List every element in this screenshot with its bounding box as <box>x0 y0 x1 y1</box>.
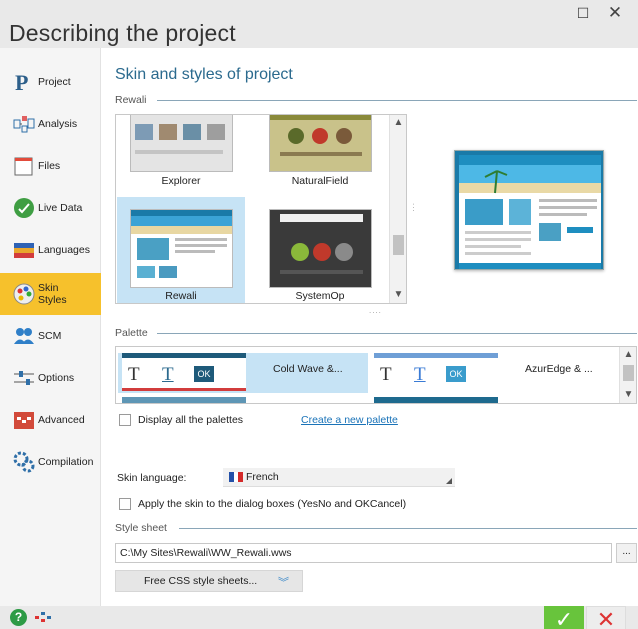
section-divider <box>179 528 637 529</box>
create-palette-link[interactable]: Create a new palette <box>301 414 398 426</box>
sidebar-item-label: Skin Styles <box>38 282 67 306</box>
skin-name: NaturalField <box>291 175 349 187</box>
sidebar-item-skin-styles[interactable]: Skin Styles <box>0 273 111 315</box>
tools-icon[interactable] <box>35 610 51 624</box>
dialog-title: Describing the project <box>9 20 236 46</box>
skin-thumbnail-naturalfield <box>269 115 372 172</box>
apply-skin-label: Apply the skin to the dialog boxes (YesN… <box>138 498 407 510</box>
palette-section-label: Palette <box>115 327 148 339</box>
style-sheet-path-input[interactable] <box>115 543 612 563</box>
cancel-button[interactable]: ✕ <box>586 606 626 629</box>
display-all-palettes-label: Display all the palettes <box>138 414 244 426</box>
sidebar-item-options[interactable]: Options <box>0 357 101 399</box>
files-icon <box>13 155 35 177</box>
palette-name: Cold Wave &... <box>273 363 343 375</box>
palette-item-azuredge[interactable]: T T OK AzurEdge & ... <box>370 353 620 393</box>
sidebar-item-files[interactable]: Files <box>0 145 101 187</box>
section-divider <box>157 333 637 334</box>
skin-gallery-scrollbar[interactable]: ▲ ▼ <box>389 115 406 303</box>
ok-button[interactable]: ✓ <box>544 606 584 629</box>
sidebar-item-label: Live Data <box>38 202 83 214</box>
sidebar-item-label: Options <box>38 372 75 384</box>
sidebar-item-label: Advanced <box>38 414 85 426</box>
sidebar-item-analysis[interactable]: Analysis <box>0 103 101 145</box>
resize-grip-icon[interactable]: .... <box>369 306 382 315</box>
skin-thumbnail-explorer <box>130 115 233 172</box>
browse-button[interactable]: ... <box>616 543 637 563</box>
palette-swatch: T T OK <box>122 353 246 391</box>
bottom-bar: ? ✓ ✕ <box>0 606 638 629</box>
france-flag-icon <box>229 472 244 482</box>
palette-scrollbar[interactable]: ▲ ▼ <box>619 347 636 403</box>
skin-section-label: Rewali <box>115 94 147 106</box>
skin-name: SystemOp <box>295 290 345 302</box>
page-title: Skin and styles of project <box>115 66 293 83</box>
sidebar-item-label: Languages <box>38 244 90 256</box>
display-all-palettes-checkbox[interactable] <box>119 414 131 426</box>
sidebar-item-label: Analysis <box>38 118 78 130</box>
skin-language-label: Skin language: <box>117 472 187 484</box>
dropdown-arrow-icon <box>446 478 452 484</box>
skin-gallery[interactable]: Explorer NaturalField Rewali SystemOp ▲ <box>115 114 407 304</box>
close-window-button[interactable]: ✕ <box>600 2 630 24</box>
live-data-icon <box>13 197 35 219</box>
languages-icon <box>13 239 35 261</box>
apply-skin-checkbox[interactable] <box>119 498 131 510</box>
palette-name: AzurEdge & ... <box>525 363 593 375</box>
section-divider <box>157 100 637 101</box>
skin-styles-icon <box>13 283 35 305</box>
skin-language-value: French <box>246 471 279 483</box>
skin-name: Explorer <box>161 175 201 187</box>
sidebar-item-label: Files <box>38 160 61 172</box>
palette-swatch-partial <box>122 397 246 403</box>
sidebar-item-compilation[interactable]: Compilation <box>0 441 101 483</box>
scroll-down-icon[interactable]: ▼ <box>620 387 636 403</box>
options-icon <box>13 367 35 389</box>
style-sheet-section-label: Style sheet <box>115 522 167 534</box>
compilation-icon <box>13 451 35 473</box>
skin-name: Rewali <box>165 290 197 302</box>
sidebar-item-scm[interactable]: SCM <box>0 315 101 357</box>
free-css-label: Free CSS style sheets... <box>144 575 258 587</box>
svg-text:P: P <box>15 71 28 93</box>
sidebar-item-label: SCM <box>38 330 62 342</box>
palette-swatch-partial <box>374 397 498 403</box>
skin-language-select[interactable]: French <box>223 468 455 487</box>
sidebar-item-live-data[interactable]: Live Data <box>0 187 101 229</box>
skin-tile-systemop[interactable]: SystemOp <box>256 197 384 303</box>
skin-thumbnail-systemop <box>269 209 372 288</box>
skin-tile-explorer[interactable]: Explorer <box>117 115 245 195</box>
skin-thumbnail-rewali <box>130 209 233 288</box>
sidebar-item-advanced[interactable]: Advanced <box>0 399 101 441</box>
skin-tile-naturalfield[interactable]: NaturalField <box>256 115 384 195</box>
scroll-up-icon[interactable]: ▲ <box>390 115 406 131</box>
scrollbar-thumb[interactable] <box>623 365 634 381</box>
main-panel: Skin and styles of project Rewali Explor… <box>101 48 638 606</box>
advanced-icon <box>13 409 35 431</box>
sidebar-item-label: Compilation <box>38 456 94 468</box>
help-icon[interactable]: ? <box>10 609 27 626</box>
splitter-grip-icon[interactable]: ... <box>411 203 420 213</box>
title-bar: ☐ ✕ Describing the project <box>0 0 638 48</box>
maximize-button[interactable]: ☐ <box>568 2 598 24</box>
project-icon: P <box>13 70 35 95</box>
scroll-up-icon[interactable]: ▲ <box>620 347 636 363</box>
free-css-button[interactable]: Free CSS style sheets... ︾ <box>115 570 303 592</box>
analysis-icon <box>13 113 35 135</box>
chevron-down-icon: ︾ <box>278 577 289 589</box>
scroll-down-icon[interactable]: ▼ <box>390 287 406 303</box>
scrollbar-thumb[interactable] <box>393 235 404 255</box>
palette-swatch: T T OK <box>374 353 498 391</box>
skin-tile-rewali[interactable]: Rewali <box>117 197 245 303</box>
sidebar-item-label: Project <box>38 76 71 88</box>
skin-preview <box>454 150 604 270</box>
sidebar: P Project Analysis Files Live Data Langu… <box>0 48 111 606</box>
sidebar-item-languages[interactable]: Languages <box>0 229 101 271</box>
sidebar-item-project[interactable]: P Project <box>0 61 101 103</box>
scm-icon <box>13 325 35 347</box>
palette-item-cold-wave[interactable]: T T OK Cold Wave &... <box>118 353 368 393</box>
palette-list[interactable]: T T OK Cold Wave &... T T OK AzurEdge & … <box>115 346 637 404</box>
